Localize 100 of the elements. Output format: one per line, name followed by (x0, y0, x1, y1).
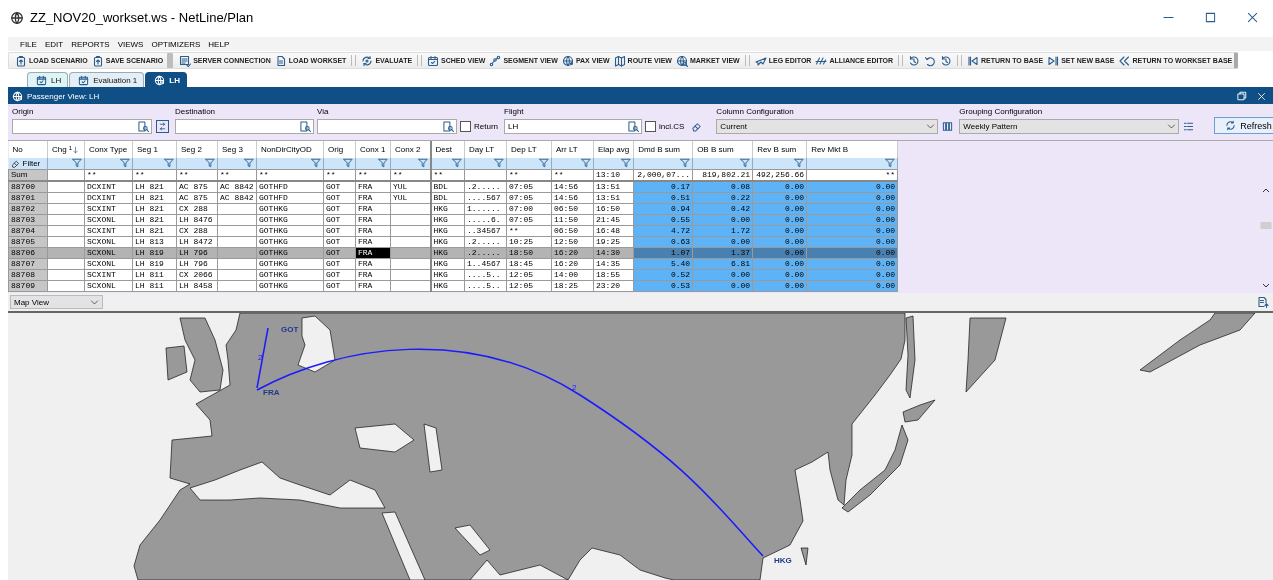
column-header[interactable]: Arr LT (551, 141, 594, 158)
field-label: Column Configuration (716, 107, 795, 117)
table-row[interactable]: 88705 SCXONL LH 813 LH 8472 GOTHKG GOT FRA HKG .2..... 10:25 12:50 19:25 0.63 0.00 0.00 0.00 (8, 236, 898, 247)
menu-item[interactable]: REPORTS (67, 39, 114, 49)
table-row[interactable]: 88703 SCXONL LH 821 LH 8476 GOTHKG GOT FRA HKG .....6. 07:05 11:50 21:45 0.55 0.00 0.00 0.00 (8, 214, 898, 225)
menu-item[interactable]: HELP (204, 39, 234, 49)
route-line[interactable] (256, 348, 764, 557)
filter-icon[interactable] (72, 158, 82, 169)
filter-icon[interactable] (120, 158, 130, 169)
airport-label[interactable]: GOT (281, 325, 299, 334)
close-icon (1246, 12, 1258, 23)
column-header[interactable]: Conx 1 (355, 141, 391, 158)
dropdown[interactable]: Map View (10, 295, 103, 309)
table-cell: GOT (323, 258, 356, 269)
filter-icon[interactable] (885, 158, 896, 169)
text-field[interactable] (175, 119, 314, 134)
list-settings-icon[interactable] (1183, 121, 1195, 132)
checkbox[interactable] (460, 121, 471, 132)
filter-icon[interactable] (539, 158, 549, 169)
globe-search-icon (675, 54, 688, 67)
bar-triangle-icon (967, 54, 980, 67)
column-header[interactable]: No (8, 141, 48, 158)
menu-item[interactable]: OPTIMIZERS (147, 39, 205, 49)
table-cell: LH 811 (132, 280, 177, 291)
sum-cell: ** (355, 169, 391, 181)
table-cell: FRA (355, 192, 391, 203)
table-cell: 0.00 (752, 225, 807, 236)
eraser-icon[interactable] (691, 121, 703, 132)
column-header[interactable]: Elap avg (593, 141, 634, 158)
column-header[interactable]: OB B sum (692, 141, 753, 158)
table-row[interactable]: 88706 SCXONL LH 819 LH 796 GOTHKG GOT FRA HKG .2..... 18:50 16:20 14:30 1.07 1.37 0.00 0.00 (8, 247, 898, 258)
table-row[interactable]: 88708 SCXINT LH 811 CX 2066 GOTHKG GOT FRA HKG ....5.. 12:05 14:00 18:55 0.52 0.00 0.00 0.00 (8, 269, 898, 280)
text-field[interactable]: LH (504, 119, 642, 134)
lookup-icon[interactable] (138, 121, 149, 132)
table-row[interactable]: 88707 SCXONL LH 819 LH 796 GOTHKG GOT FRA HKG 1..4567 18:45 16:20 14:35 5.40 6.81 0.00 0.00 (8, 258, 898, 269)
filter-icon[interactable] (164, 158, 174, 169)
table-row[interactable]: 88702 SCXINT LH 821 CX 288 GOTHKG GOT FRA HKG 1...... 07:00 06:50 16:50 0.94 0.42 0.00 0.00 (8, 203, 898, 214)
table-cell: 0.00 (806, 236, 898, 247)
menu-item[interactable]: VIEWS (113, 39, 148, 49)
filter-icon[interactable] (311, 158, 321, 169)
column-header[interactable]: Dmd B sum (633, 141, 693, 158)
table-cell: HKG (430, 247, 465, 258)
tab[interactable]: LH (145, 72, 187, 87)
table-cell: .....6. (464, 214, 507, 225)
table-cell: SCXONL (84, 247, 133, 258)
column-header[interactable]: Orig (323, 141, 356, 158)
column-header[interactable]: NonDirCityOD (256, 141, 324, 158)
dropdown[interactable]: Weekly Pattern (959, 119, 1180, 134)
column-header[interactable]: Chg $^{1}$ (47, 141, 85, 158)
text-field[interactable] (317, 119, 457, 134)
table-cell: GOT (323, 280, 356, 291)
column-header[interactable]: Seg 2 (176, 141, 218, 158)
column-header[interactable]: Dep LT (506, 141, 552, 158)
map-canvas[interactable]: 2 2 GOT FRA HKG (8, 311, 1273, 580)
table-row[interactable]: 88700 DCXINT LH 821 AC 875 AC 8842 GOTHFD GOT FRA YUL BDL .2..... 07:05 14:56 13:51 0.17 0.08 0.00 0.00 (8, 181, 898, 192)
filter-icon[interactable] (378, 158, 388, 169)
table-cell: SCXINT (84, 269, 133, 280)
route-line[interactable] (256, 327, 269, 389)
table-row[interactable]: 88709 SCXONL LH 811 LH 8458 GOTHKG GOT FRA HKG ....5.. 12:05 18:25 23:20 0.53 0.00 0.00 0.00 (8, 280, 898, 291)
checkbox[interactable] (645, 121, 656, 132)
lookup-icon[interactable] (300, 121, 311, 132)
column-header[interactable]: Rev B sum (752, 141, 807, 158)
dropdown[interactable]: Current (716, 119, 939, 134)
eraser-icon[interactable] (10, 158, 20, 168)
undo-arrow-icon (924, 54, 937, 67)
column-header[interactable]: Seg 3 (217, 141, 257, 158)
export-icon[interactable] (1257, 296, 1269, 308)
filter-icon[interactable] (581, 158, 591, 169)
lookup-icon[interactable] (628, 121, 639, 132)
filter-icon[interactable] (794, 158, 805, 169)
column-header[interactable]: Day LT (464, 141, 507, 158)
filter-icon[interactable] (343, 158, 353, 169)
airport-label[interactable]: HKG (774, 556, 792, 565)
swap-icon[interactable] (158, 122, 167, 131)
filter-icon[interactable] (494, 158, 504, 169)
column-header[interactable]: Seg 1 (132, 141, 177, 158)
column-header[interactable]: Conx 2 (390, 141, 431, 158)
airport-label[interactable]: FRA (263, 388, 280, 397)
menu-item[interactable]: EDIT (40, 39, 68, 49)
text-field[interactable] (12, 119, 152, 134)
filter-icon[interactable] (680, 158, 691, 169)
lookup-icon[interactable] (443, 121, 454, 132)
tab[interactable]: LH (27, 72, 69, 87)
filter-icon[interactable] (205, 158, 215, 169)
filter-icon[interactable] (417, 158, 428, 169)
tab[interactable]: Evaluation 1 (69, 72, 145, 87)
menu-item[interactable]: FILE (16, 39, 41, 49)
column-header[interactable]: Conx Type (84, 141, 133, 158)
column-header[interactable]: Rev Mkt B (806, 141, 898, 158)
refresh-button[interactable]: Refresh (1214, 117, 1273, 134)
table-row[interactable]: 88704 SCXINT LH 821 CX 288 GOTHKG GOT FRA HKG ..34567 ** 06:50 16:48 4.72 1.72 0.00 0.00 (8, 225, 898, 236)
filter-icon[interactable] (621, 158, 632, 169)
column-header[interactable]: Dest (430, 141, 465, 158)
columns-icon[interactable] (942, 121, 954, 132)
table-cell: YUL (390, 192, 431, 203)
filter-icon[interactable] (740, 158, 751, 169)
filter-icon[interactable] (244, 158, 254, 169)
toolbar-grip[interactable] (167, 53, 174, 68)
filter-icon[interactable] (452, 158, 462, 169)
table-row[interactable]: 88701 DCXINT LH 821 AC 875 AC 8842 GOTHFD GOT FRA YUL BDL ....567 07:05 14:56 13:51 0.51 0.22 0.00 0.00 (8, 192, 898, 203)
